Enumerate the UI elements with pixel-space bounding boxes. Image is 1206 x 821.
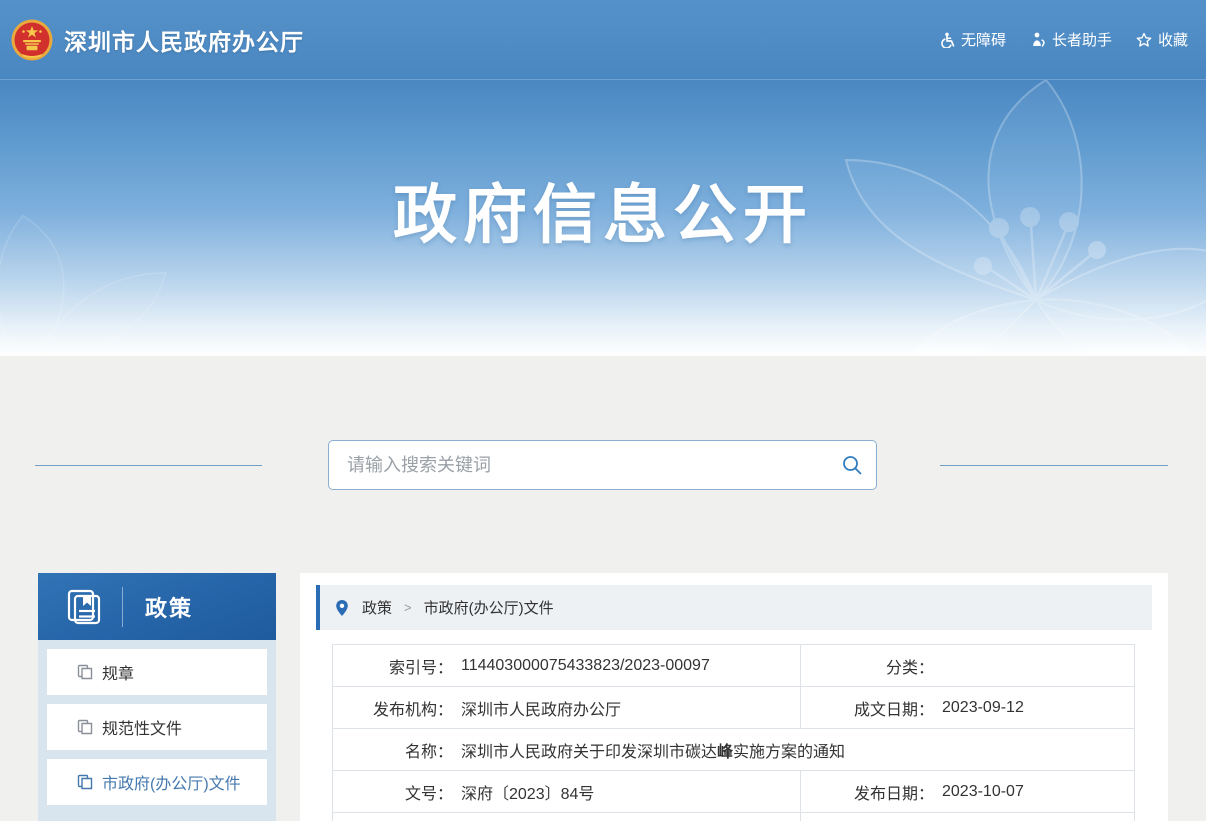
breadcrumb: 政策 > 市政府(办公厅)文件 <box>316 585 1152 630</box>
breadcrumb-separator: > <box>404 600 412 615</box>
sidebar-item-normative-documents[interactable]: 规范性文件 <box>47 704 267 750</box>
date-written-cell: 成文日期： 2023-09-12 <box>801 687 1135 729</box>
sidebar: 政策 规章 规范性文件 <box>38 573 276 821</box>
elder-assist-link[interactable]: 长者助手 <box>1030 29 1112 50</box>
search-box <box>328 440 877 490</box>
document-name-pre: 深圳市人民政府关于印发深圳市碳达 <box>461 744 717 761</box>
top-links: 无障碍 长者助手 收藏 <box>939 29 1188 50</box>
page-title: 政府信息公开 <box>0 164 1206 256</box>
wheelchair-icon <box>939 32 955 48</box>
divider <box>122 587 123 627</box>
search-button[interactable] <box>828 441 876 489</box>
document-name-keyword: 峰 <box>717 744 733 761</box>
breadcrumb-item-policy[interactable]: 政策 <box>362 597 392 618</box>
sidebar-header-label: 政策 <box>145 591 193 623</box>
table-cell-partial <box>333 813 801 821</box>
page-banner: 政府信息公开 <box>0 80 1206 356</box>
sidebar-item-label: 规章 <box>102 660 134 684</box>
elder-assist-label: 长者助手 <box>1052 29 1112 50</box>
document-name-post: 实施方案的通知 <box>733 744 845 761</box>
date-published-label: 发布日期： <box>801 780 934 804</box>
document-number-label: 文号： <box>333 780 453 804</box>
content-area: 政策 规章 规范性文件 <box>0 356 1206 821</box>
left-decorative-line <box>35 465 262 466</box>
sidebar-item-regulations[interactable]: 规章 <box>47 649 267 695</box>
table-row: 索引号： 114403000075433823/2023-00097 分类： <box>333 645 1135 687</box>
table-cell-partial <box>801 813 1135 821</box>
document-number-cell: 文号： 深府〔2023〕84号 <box>333 771 801 813</box>
favorite-label: 收藏 <box>1158 29 1188 50</box>
breadcrumb-item-current: 市政府(办公厅)文件 <box>424 597 554 618</box>
publisher-value: 深圳市人民政府办公厅 <box>461 696 621 720</box>
sidebar-item-label: 规范性文件 <box>102 715 182 739</box>
index-number-cell: 索引号： 114403000075433823/2023-00097 <box>333 645 801 687</box>
document-icon <box>77 719 93 735</box>
accessibility-link[interactable]: 无障碍 <box>939 29 1006 50</box>
date-published-cell: 发布日期： 2023-10-07 <box>801 771 1135 813</box>
document-name-value: 深圳市人民政府关于印发深圳市碳达峰实施方案的通知 <box>461 738 845 762</box>
date-written-value: 2023-09-12 <box>942 699 1024 717</box>
document-info-table: 索引号： 114403000075433823/2023-00097 分类： 发… <box>332 644 1135 821</box>
search-icon <box>841 454 863 476</box>
date-published-value: 2023-10-07 <box>942 783 1024 801</box>
sidebar-header: 政策 <box>38 573 276 640</box>
index-number-value: 114403000075433823/2023-00097 <box>461 657 710 675</box>
table-row: 文号： 深府〔2023〕84号 发布日期： 2023-10-07 <box>333 771 1135 813</box>
category-cell: 分类： <box>801 645 1135 687</box>
location-pin-icon <box>334 599 350 617</box>
favorite-link[interactable]: 收藏 <box>1136 29 1188 50</box>
document-number-value: 深府〔2023〕84号 <box>461 780 594 804</box>
document-name-cell: 名称： 深圳市人民政府关于印发深圳市碳达峰实施方案的通知 <box>333 729 1135 771</box>
right-decorative-line <box>940 465 1168 466</box>
national-emblem-icon <box>10 18 54 62</box>
table-row: 名称： 深圳市人民政府关于印发深圳市碳达峰实施方案的通知 <box>333 729 1135 771</box>
star-icon <box>1136 32 1152 48</box>
publisher-cell: 发布机构： 深圳市人民政府办公厅 <box>333 687 801 729</box>
accessibility-label: 无障碍 <box>961 29 1006 50</box>
sidebar-menu: 规章 规范性文件 市政府(办公厅)文件 <box>38 640 276 821</box>
document-icon <box>77 774 93 790</box>
elder-icon <box>1030 32 1046 48</box>
date-written-label: 成文日期： <box>801 696 934 720</box>
sidebar-item-municipal-government-documents[interactable]: 市政府(办公厅)文件 <box>47 759 267 805</box>
index-number-label: 索引号： <box>333 654 453 678</box>
policy-book-icon <box>64 587 104 627</box>
document-icon <box>77 664 93 680</box>
search-input[interactable] <box>329 455 828 476</box>
table-row: 发布机构： 深圳市人民政府办公厅 成文日期： 2023-09-12 <box>333 687 1135 729</box>
main-panel: 政策 > 市政府(办公厅)文件 索引号： 114403000075433823/… <box>300 573 1168 821</box>
category-label: 分类： <box>801 654 934 678</box>
top-bar: 深圳市人民政府办公厅 无障碍 长者助手 收藏 <box>0 0 1206 80</box>
site-title: 深圳市人民政府办公厅 <box>64 23 304 57</box>
document-name-label: 名称： <box>333 738 453 762</box>
table-row <box>333 813 1135 821</box>
publisher-label: 发布机构： <box>333 696 453 720</box>
sidebar-item-label: 市政府(办公厅)文件 <box>102 770 241 794</box>
